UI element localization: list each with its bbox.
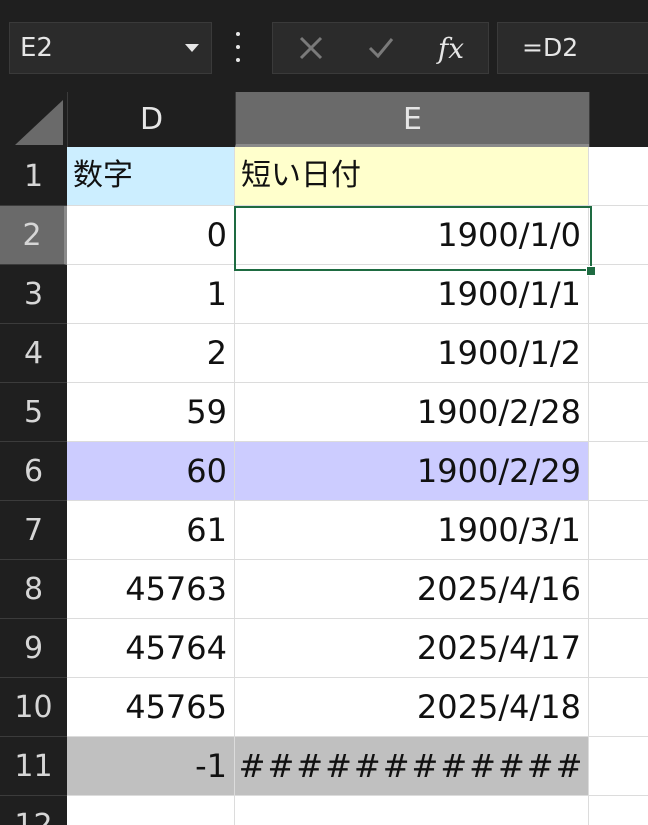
row-header[interactable]: 10 [0,678,67,737]
table-row: -1 ############ [67,737,648,796]
cell-f8[interactable] [589,560,648,618]
row-header[interactable]: 9 [0,619,67,678]
name-box[interactable]: E2 [9,22,212,74]
formula-buttons: fx [272,22,489,74]
table-row: 0 1900/1/0 [67,206,648,265]
cell-f6[interactable] [589,442,648,500]
cell-d7[interactable]: 61 [67,501,235,559]
table-row: 1 1900/1/1 [67,265,648,324]
cell-d3[interactable]: 1 [67,265,235,323]
check-icon [368,38,394,59]
cell-e9[interactable]: 2025/4/17 [235,619,589,677]
cell-f10[interactable] [589,678,648,736]
close-icon [299,36,323,60]
cell-f1[interactable] [589,147,648,205]
column-header-e[interactable]: E [235,92,589,147]
row-header[interactable]: 6 [0,442,67,501]
table-row: 45765 2025/4/18 [67,678,648,737]
enter-button[interactable] [351,23,411,73]
table-row: 45763 2025/4/16 [67,560,648,619]
table-row: 60 1900/2/29 [67,442,648,501]
row-header[interactable]: 1 [0,147,67,206]
cell-f5[interactable] [589,383,648,441]
cell-d12[interactable] [67,796,235,825]
cell-d6[interactable]: 60 [67,442,235,500]
cell-f11[interactable] [589,737,648,795]
row-header[interactable]: 11 [0,737,67,796]
formula-bar: E2 fx =D2 [0,0,648,92]
cell-d5[interactable]: 59 [67,383,235,441]
cell-e5[interactable]: 1900/2/28 [235,383,589,441]
cell-e1[interactable]: 短い日付 [235,147,589,205]
fill-handle[interactable] [586,266,596,276]
column-header-d[interactable]: D [67,92,235,147]
row-header[interactable]: 5 [0,383,67,442]
row-header[interactable]: 3 [0,265,67,324]
cell-f3[interactable] [589,265,648,323]
cell-e6[interactable]: 1900/2/29 [235,442,589,500]
cancel-button[interactable] [281,23,341,73]
row-header[interactable]: 8 [0,560,67,619]
row-header[interactable]: 4 [0,324,67,383]
column-header-f[interactable] [589,92,648,147]
cell-e11[interactable]: ############ [235,737,589,795]
cell-f7[interactable] [589,501,648,559]
row-header[interactable]: 7 [0,501,67,560]
table-row: 45764 2025/4/17 [67,619,648,678]
table-row: 61 1900/3/1 [67,501,648,560]
cell-e8[interactable]: 2025/4/16 [235,560,589,618]
insert-function-button[interactable]: fx [421,23,481,73]
select-all-corner[interactable] [0,92,67,147]
cell-e12[interactable] [235,796,589,825]
more-options-icon[interactable] [232,32,244,62]
chevron-down-icon[interactable] [185,44,199,52]
row-headers: 1 2 3 4 5 6 7 8 9 10 11 12 [0,147,67,825]
table-row: 2 1900/1/2 [67,324,648,383]
cell-e3[interactable]: 1900/1/1 [235,265,589,323]
table-row: 59 1900/2/28 [67,383,648,442]
cell-d9[interactable]: 45764 [67,619,235,677]
cell-f9[interactable] [589,619,648,677]
cells-area: 数字 短い日付 0 1900/1/0 1 1900/1/1 2 1900/1/2… [67,147,648,825]
row-header[interactable]: 2 [0,206,67,265]
cell-d2[interactable]: 0 [67,206,235,264]
cell-d4[interactable]: 2 [67,324,235,382]
cell-d8[interactable]: 45763 [67,560,235,618]
cell-d10[interactable]: 45765 [67,678,235,736]
row-header[interactable]: 12 [0,796,67,825]
table-row [67,796,648,825]
cell-e2[interactable]: 1900/1/0 [235,206,589,264]
select-all-icon [15,100,63,145]
cell-f4[interactable] [589,324,648,382]
formula-input[interactable]: =D2 [497,22,648,74]
cell-f12[interactable] [589,796,648,825]
cell-e7[interactable]: 1900/3/1 [235,501,589,559]
spreadsheet-grid: D E 1 2 3 4 5 6 7 8 9 10 11 12 数字 短い日付 0… [0,92,648,825]
cell-d11[interactable]: -1 [67,737,235,795]
name-box-value: E2 [20,33,53,63]
cell-e4[interactable]: 1900/1/2 [235,324,589,382]
cell-e10[interactable]: 2025/4/18 [235,678,589,736]
cell-d1[interactable]: 数字 [67,147,235,205]
table-row: 数字 短い日付 [67,147,648,206]
cell-f2[interactable] [589,206,648,264]
